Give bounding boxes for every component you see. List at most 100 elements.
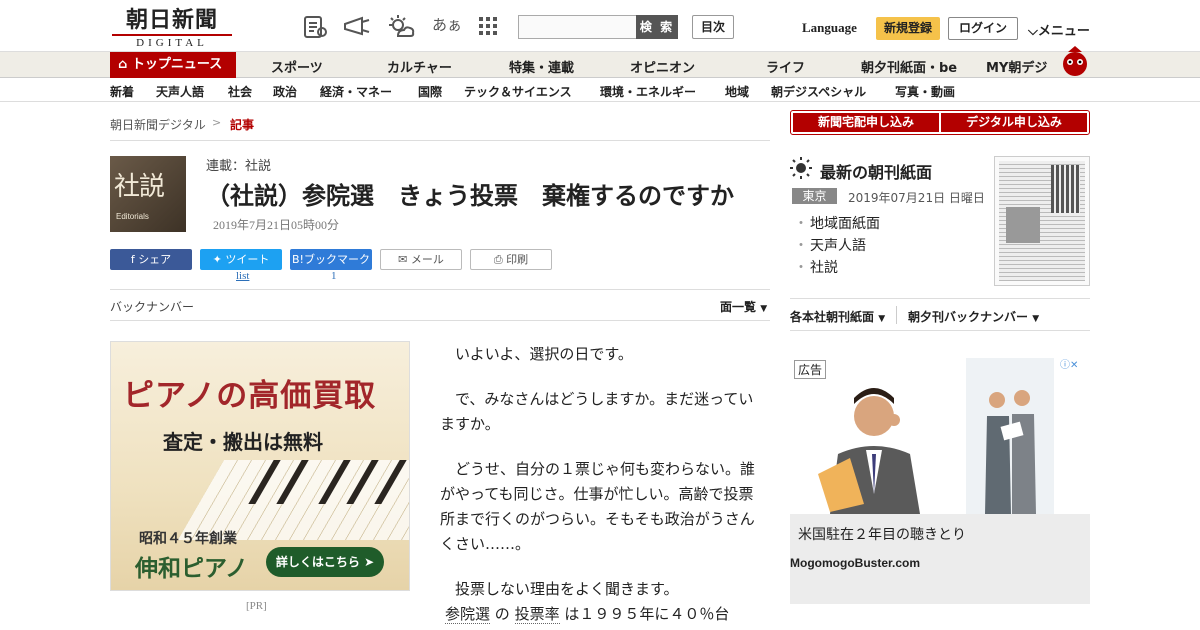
- sidebar-link-tenjin[interactable]: 天声人語: [794, 235, 866, 255]
- register-button[interactable]: 新規登録: [876, 17, 940, 40]
- thumbnail-en: Editorials: [116, 212, 149, 221]
- article-title: （社説）参院選 きょう投票 棄権するのですか: [206, 182, 734, 210]
- print-icon: ⎙: [493, 253, 503, 266]
- pr-label: [PR]: [246, 600, 267, 612]
- nav-item-culture[interactable]: カルチャー: [387, 57, 452, 76]
- facebook-share-button[interactable]: f シェア: [110, 249, 192, 270]
- contents-button[interactable]: 目次: [692, 15, 734, 39]
- ad-headline: ピアノの高価買取: [123, 378, 377, 414]
- ad-details-button[interactable]: 詳しくはこちら ➤: [266, 547, 384, 577]
- weather-icon[interactable]: [386, 14, 416, 40]
- english-ad-banner[interactable]: 広告 ⓘ✕ 米国駐在２年目の聴きとり MogomogoBuster.com: [790, 354, 1090, 604]
- article-paragraph: 投票しない理由をよく聞きます。: [440, 580, 679, 598]
- article-paragraph: どうせ、自分の１票じゃ何も変わらない。誰がやっても同じさ。仕事が忙しい。高齢で投…: [440, 460, 756, 553]
- caret-down-icon: ▼: [760, 304, 768, 314]
- divider: [790, 330, 1090, 331]
- search-input[interactable]: [518, 15, 638, 39]
- nav-top-news-label: トップニュース: [131, 57, 223, 72]
- logo-text-en: DIGITAL: [112, 34, 232, 50]
- article-paragraph: 参院選 の 投票率 は１９９５年に４０％台: [445, 602, 765, 627]
- businessman-illustration: [818, 358, 1054, 514]
- backnumber-label[interactable]: バックナンバー: [110, 298, 194, 315]
- subnav-item-politics[interactable]: 政治: [273, 83, 297, 100]
- sidebar-link-region[interactable]: 地域面紙面: [794, 213, 880, 233]
- breadcrumb-current: 記事: [230, 118, 255, 132]
- divider: [896, 306, 897, 324]
- divider: [110, 320, 770, 321]
- subnav-item-new[interactable]: 新着: [110, 83, 134, 100]
- print-label: 印刷: [506, 253, 529, 266]
- search-button[interactable]: 検 索: [636, 15, 678, 39]
- arrow-right-icon: ➤: [364, 555, 375, 569]
- mascot-icon[interactable]: [1058, 44, 1092, 78]
- home-delivery-button[interactable]: 新聞宅配申し込み: [793, 113, 939, 132]
- ad-domain: MogomogoBuster.com: [790, 556, 921, 570]
- subnav-item-region[interactable]: 地域: [725, 83, 749, 100]
- ad-subheadline: 査定・搬出は無料: [163, 430, 323, 454]
- hatena-count[interactable]: 1: [331, 270, 337, 282]
- subnav-item-env[interactable]: 環境・エネルギー: [600, 83, 696, 100]
- hatena-bookmark-button[interactable]: B!ブックマーク: [290, 249, 372, 270]
- newspaper-thumbnail[interactable]: [994, 156, 1090, 286]
- mail-button[interactable]: ✉ メール: [380, 249, 462, 270]
- adchoices-icon[interactable]: ⓘ✕: [1060, 356, 1088, 371]
- twitter-share-button[interactable]: ✦ ツイート: [200, 249, 282, 270]
- megaphone-icon[interactable]: [342, 14, 372, 40]
- menu-label: メニュー: [1037, 24, 1090, 39]
- nav-item-sports[interactable]: スポーツ: [271, 57, 323, 76]
- twitter-count[interactable]: list: [236, 270, 249, 282]
- article-paragraph: いよいよ、選択の日です。: [440, 345, 633, 363]
- nav-item-life[interactable]: ライフ: [766, 57, 805, 76]
- subnav-item-photo[interactable]: 写真・動画: [895, 83, 955, 100]
- newspaper-page-image: [999, 161, 1085, 281]
- nav-top-news[interactable]: ⌂ トップニュース: [110, 52, 236, 78]
- page-list-dropdown[interactable]: 面一覧 ▼: [720, 298, 767, 315]
- backnumber-dropdown-label: 朝夕刊バックナンバー: [908, 310, 1029, 324]
- morning-paper-title[interactable]: 最新の朝刊紙面: [820, 159, 932, 183]
- newspaper-icon[interactable]: [302, 14, 328, 40]
- subnav-item-tech[interactable]: テック＆サイエンス: [464, 83, 572, 100]
- subnav-item-tenjin[interactable]: 天声人語: [156, 83, 204, 100]
- caret-down-icon: ▼: [878, 314, 886, 324]
- subnav-item-society[interactable]: 社会: [228, 83, 252, 100]
- article-text: は１９９５年に４０％台: [559, 605, 730, 623]
- ad-caption-area: 米国駐在２年目の聴きとり MogomogoBuster.com: [790, 514, 1090, 604]
- piano-ad-banner[interactable]: ピアノの高価買取 査定・搬出は無料 昭和４５年創業 伸和ピアノ 詳しくはこちら …: [110, 341, 410, 591]
- keyword-link[interactable]: 投票率: [514, 605, 560, 624]
- login-button[interactable]: ログイン: [948, 17, 1018, 40]
- keyword-link[interactable]: 参院選: [445, 605, 491, 624]
- subnav-item-intl[interactable]: 国際: [418, 83, 442, 100]
- backnumber-dropdown[interactable]: 朝夕刊バックナンバー ▼: [908, 308, 1039, 325]
- chevron-down-icon: ⌵: [1028, 24, 1038, 39]
- ad-founded: 昭和４５年創業: [139, 531, 237, 547]
- article-paragraph: で、みなさんはどうしますか。まだ迷っていますか。: [440, 390, 754, 433]
- subnav-item-special[interactable]: 朝デジスペシャル: [771, 83, 866, 100]
- mail-label: メール: [410, 253, 444, 266]
- caret-down-icon: ▼: [1032, 314, 1040, 324]
- branch-paper-dropdown[interactable]: 各本社朝刊紙面 ▼: [790, 308, 885, 325]
- region-badge: 東京: [792, 188, 837, 204]
- page-list-label: 面一覧: [720, 300, 757, 314]
- nav-item-features[interactable]: 特集・連載: [509, 57, 574, 76]
- subnav-item-economy[interactable]: 経済・マネー: [320, 83, 392, 100]
- menu-button[interactable]: ⌵メニュー: [1028, 20, 1090, 39]
- ad-details-label: 詳しくはこちら: [275, 555, 360, 569]
- grid-menu-icon[interactable]: [478, 16, 498, 36]
- thumbnail-kanji: 社説: [114, 172, 165, 202]
- print-button[interactable]: ⎙ 印刷: [470, 249, 552, 270]
- nav-item-paper[interactable]: 朝夕刊紙面・be: [861, 57, 957, 76]
- twitter-icon: ✦: [212, 253, 222, 266]
- sidebar-link-editorial[interactable]: 社説: [794, 257, 838, 277]
- ad-label: 広告: [794, 360, 827, 379]
- language-link[interactable]: Language: [802, 20, 857, 36]
- site-logo[interactable]: 朝日新聞 DIGITAL: [112, 8, 232, 50]
- nav-item-my[interactable]: MY朝デジ: [986, 57, 1047, 76]
- mail-icon: ✉: [398, 253, 408, 266]
- breadcrumb-home[interactable]: 朝日新聞デジタル: [110, 116, 206, 133]
- nav-item-opinion[interactable]: オピニオン: [630, 57, 695, 76]
- series-label[interactable]: 連載：社説: [206, 155, 271, 174]
- font-size-icon[interactable]: あぁ: [432, 14, 462, 35]
- facebook-icon: f: [130, 253, 135, 266]
- digital-subscribe-button[interactable]: デジタル申し込み: [941, 113, 1087, 132]
- morning-paper-date: 2019年07月21日 日曜日: [848, 191, 985, 205]
